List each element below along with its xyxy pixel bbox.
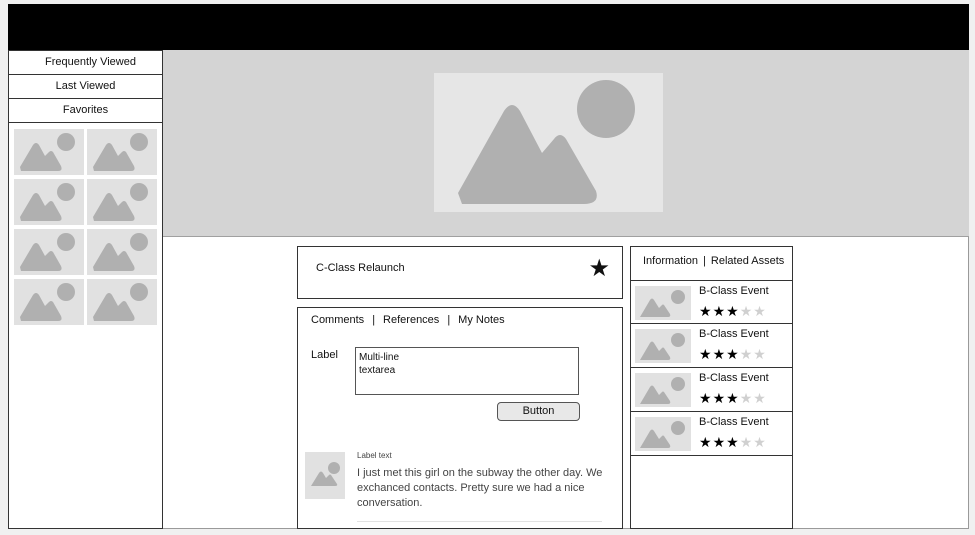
comment-divider [357, 521, 602, 522]
top-header-bar [8, 4, 969, 50]
submit-button[interactable]: Button [497, 402, 580, 421]
tab-related-assets[interactable]: Related Assets [711, 255, 784, 267]
star-filled-icon: ★ [726, 434, 740, 450]
asset-image-placeholder-icon [635, 286, 691, 320]
sidebar-item-frequently-viewed[interactable]: Frequently Viewed [9, 51, 162, 75]
asset-image-placeholder-icon [635, 373, 691, 407]
tab-separator: | [447, 314, 451, 326]
star-filled-icon: ★ [712, 390, 727, 406]
comment-avatar-icon [305, 452, 345, 499]
asset-image-placeholder-icon [635, 329, 691, 363]
content-tabs: Comments | References | My Notes [311, 314, 505, 326]
asset-rating: ★★★★★ [699, 346, 767, 363]
tab-separator: | [372, 314, 376, 326]
item-title-card: C-Class Relaunch ★ [297, 246, 623, 299]
thumbnail-image-placeholder-icon[interactable] [87, 229, 157, 275]
hero-banner [163, 50, 969, 237]
star-empty-icon: ★ [739, 390, 754, 406]
sidebar-item-favorites[interactable]: Favorites [9, 99, 162, 123]
notes-textarea[interactable]: Multi-line textarea [355, 347, 579, 395]
star-filled-icon: ★ [699, 303, 713, 319]
related-asset-list: B-Class Event ★★★★★ B-Class Event ★★★★★ B-… [631, 280, 792, 456]
favorite-star-icon[interactable]: ★ [588, 255, 610, 283]
star-filled-icon: ★ [712, 434, 727, 450]
asset-title: B-Class Event [699, 416, 769, 428]
field-label: Label [311, 349, 338, 361]
star-filled-icon: ★ [712, 303, 727, 319]
comment-author-label: Label text [357, 451, 392, 460]
item-title: C-Class Relaunch [316, 262, 405, 274]
asset-image-placeholder-icon [635, 417, 691, 451]
star-filled-icon: ★ [699, 346, 713, 362]
tab-references[interactable]: References [383, 314, 439, 326]
sidebar: Frequently Viewed Last Viewed Favorites [8, 50, 163, 529]
related-asset-item[interactable]: B-Class Event ★★★★★ [631, 280, 792, 324]
star-filled-icon: ★ [712, 346, 727, 362]
thumbnail-image-placeholder-icon[interactable] [14, 229, 84, 275]
tab-information[interactable]: Information [643, 255, 698, 267]
star-filled-icon: ★ [699, 434, 713, 450]
tab-separator: | [703, 255, 706, 267]
star-empty-icon: ★ [753, 346, 767, 362]
thumbnail-image-placeholder-icon[interactable] [14, 129, 84, 175]
asset-rating: ★★★★★ [699, 434, 767, 451]
comment-text: I just met this girl on the subway the o… [357, 467, 603, 509]
star-empty-icon: ★ [739, 346, 754, 362]
star-filled-icon: ★ [726, 346, 740, 362]
related-panel: Information | Related Assets B-Class Event… [630, 246, 793, 529]
star-empty-icon: ★ [753, 434, 767, 450]
related-asset-item[interactable]: B-Class Event ★★★★★ [631, 324, 792, 368]
star-filled-icon: ★ [726, 303, 740, 319]
related-asset-item[interactable]: B-Class Event ★★★★★ [631, 412, 792, 456]
star-filled-icon: ★ [726, 390, 740, 406]
asset-rating: ★★★★★ [699, 390, 767, 407]
thumbnail-image-placeholder-icon[interactable] [14, 179, 84, 225]
star-empty-icon: ★ [753, 303, 767, 319]
star-empty-icon: ★ [739, 303, 754, 319]
related-asset-item[interactable]: B-Class Event ★★★★★ [631, 368, 792, 412]
content-panel: Comments | References | My Notes Label Multi… [297, 307, 623, 529]
asset-title: B-Class Event [699, 328, 769, 340]
asset-title: B-Class Event [699, 372, 769, 384]
star-empty-icon: ★ [739, 434, 754, 450]
thumbnail-image-placeholder-icon[interactable] [87, 279, 157, 325]
tab-my-notes[interactable]: My Notes [458, 314, 504, 326]
thumbnail-image-placeholder-icon[interactable] [87, 129, 157, 175]
related-tabs: Information | Related Assets [643, 255, 784, 267]
thumbnail-image-placeholder-icon[interactable] [14, 279, 84, 325]
thumbnail-grid [14, 129, 157, 325]
hero-image-placeholder-icon [434, 73, 663, 212]
star-filled-icon: ★ [699, 390, 713, 406]
thumbnail-image-placeholder-icon[interactable] [87, 179, 157, 225]
asset-title: B-Class Event [699, 285, 769, 297]
tab-comments[interactable]: Comments [311, 314, 364, 326]
sidebar-item-last-viewed[interactable]: Last Viewed [9, 75, 162, 99]
star-empty-icon: ★ [753, 390, 767, 406]
asset-rating: ★★★★★ [699, 303, 767, 320]
